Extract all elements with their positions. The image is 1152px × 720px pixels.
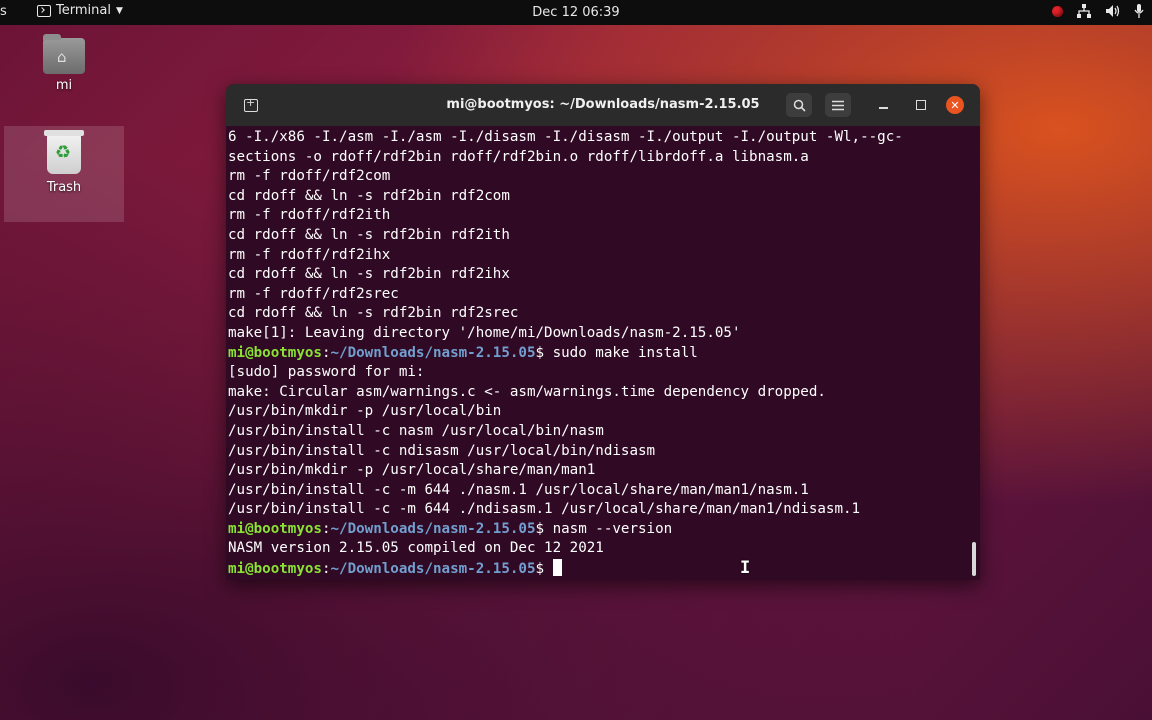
prompt-line: mi@bootmyos:~/Downloads/nasm-2.15.05$ [228, 559, 968, 579]
output-line: cd rdoff && ln -s rdf2bin rdf2ith [228, 226, 510, 243]
prompt-user: mi@bootmyos [228, 520, 322, 537]
close-button[interactable]: ✕ [946, 96, 964, 114]
close-icon: ✕ [950, 98, 960, 112]
prompt-separator: : [321, 344, 331, 361]
window-title: mi@bootmyos: ~/Downloads/nasm-2.15.05 [446, 97, 760, 112]
output-line: make: Circular asm/warnings.c <- asm/war… [228, 383, 826, 400]
output-line: rm -f rdoff/rdf2ith [228, 207, 391, 224]
output-line: rm -f rdoff/rdf2ihx [228, 246, 391, 263]
prompt-line: mi@bootmyos:~/Downloads/nasm-2.15.05$ na… [228, 520, 968, 540]
output-line: rm -f rdoff/rdf2com [228, 168, 391, 185]
prompt-user: mi@bootmyos [228, 344, 322, 361]
window-titlebar[interactable]: mi@bootmyos: ~/Downloads/nasm-2.15.05 ✕ [226, 84, 980, 126]
terminal-window[interactable]: mi@bootmyos: ~/Downloads/nasm-2.15.05 ✕ … [226, 84, 980, 580]
home-folder-icon: ⌂ [43, 34, 85, 74]
terminal-output[interactable]: 6 -I./x86 -I./asm -I./asm -I./disasm -I.… [228, 128, 968, 578]
desktop-icon-home[interactable]: ⌂ mi [4, 34, 124, 93]
scrollbar[interactable] [972, 542, 976, 576]
output-line: /usr/bin/install -c -m 644 ./nasm.1 /usr… [228, 481, 809, 498]
output-line: rm -f rdoff/rdf2srec [228, 285, 399, 302]
output-line: /usr/bin/install -c nasm /usr/local/bin/… [228, 422, 604, 439]
prompt-user: mi@bootmyos [228, 561, 322, 578]
desktop-icon-label: Trash [46, 180, 82, 195]
desktop-icon-label: mi [55, 78, 73, 93]
minimize-icon [878, 107, 888, 109]
prompt-separator: : [321, 520, 331, 537]
output-line: make[1]: Leaving directory '/home/mi/Dow… [228, 324, 741, 341]
output-line: /usr/bin/mkdir -p /usr/local/share/man/m… [228, 462, 596, 479]
output-line: sections -o rdoff/rdf2bin rdoff/rdf2bin.… [228, 148, 809, 165]
clock[interactable]: Dec 12 06:39 [0, 5, 1152, 20]
microphone-icon[interactable] [1134, 4, 1144, 18]
maximize-button[interactable] [908, 93, 934, 117]
desktop-icon-trash[interactable]: ♻ Trash [4, 126, 124, 222]
system-tray[interactable] [1052, 4, 1144, 18]
output-line: cd rdoff && ln -s rdf2bin rdf2srec [228, 305, 519, 322]
prompt-line: mi@bootmyos:~/Downloads/nasm-2.15.05$ su… [228, 344, 968, 364]
output-line: NASM version 2.15.05 compiled on Dec 12 … [228, 540, 604, 557]
output-line: /usr/bin/mkdir -p /usr/local/bin [228, 403, 502, 420]
output-line: 6 -I./x86 -I./asm -I./asm -I./disasm -I.… [228, 129, 903, 145]
menu-button[interactable] [825, 93, 851, 117]
prompt-path: ~/Downloads/nasm-2.15.05 [330, 344, 536, 361]
output-line: cd rdoff && ln -s rdf2bin rdf2com [228, 187, 510, 204]
command-text: $ [535, 561, 545, 578]
maximize-icon [916, 100, 926, 110]
prompt-path: ~/Downloads/nasm-2.15.05 [330, 520, 536, 537]
trash-icon: ♻ [44, 130, 84, 174]
volume-icon[interactable] [1105, 4, 1120, 18]
command-text: $ nasm --version [535, 520, 673, 537]
search-icon [793, 99, 806, 112]
terminal-cursor [553, 559, 563, 577]
top-bar: s Terminal ▼ Dec 12 06:39 [0, 0, 1152, 25]
record-indicator-icon[interactable] [1052, 5, 1063, 17]
command-text: $ sudo make install [535, 344, 698, 361]
output-line: cd rdoff && ln -s rdf2bin rdf2ihx [228, 266, 510, 283]
hamburger-menu-icon [832, 100, 844, 110]
output-line: /usr/bin/install -c -m 644 ./ndisasm.1 /… [228, 501, 861, 518]
output-line: [sudo] password for mi: [228, 364, 425, 381]
network-icon[interactable] [1077, 4, 1091, 18]
search-button[interactable] [786, 93, 812, 117]
prompt-path: ~/Downloads/nasm-2.15.05 [330, 561, 536, 578]
text-cursor-icon: I [740, 558, 751, 578]
minimize-button[interactable] [870, 93, 896, 117]
prompt-separator: : [321, 561, 331, 578]
output-line: /usr/bin/install -c ndisasm /usr/local/b… [228, 442, 656, 459]
